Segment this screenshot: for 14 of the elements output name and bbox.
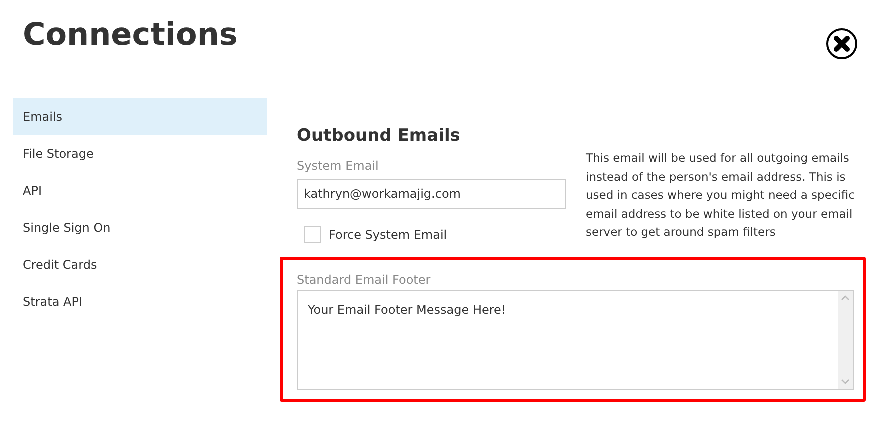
close-icon[interactable] bbox=[826, 28, 858, 60]
field-label: System Email bbox=[297, 158, 380, 174]
footer-textarea[interactable]: Your Email Footer Message Here! bbox=[297, 290, 854, 390]
sidebar-item[interactable]: Emails bbox=[13, 98, 267, 135]
page-title: Connections bbox=[23, 20, 238, 51]
checkbox[interactable] bbox=[304, 226, 321, 243]
scroll-up-icon[interactable] bbox=[841, 295, 850, 301]
scroll-down-icon[interactable] bbox=[841, 379, 850, 385]
checkbox-label: Force System Email bbox=[329, 226, 448, 242]
section-heading: Outbound Emails bbox=[297, 125, 462, 148]
system-email-field[interactable]: kathryn@workamajig.com bbox=[297, 179, 566, 209]
field-label: Standard Email Footer bbox=[297, 272, 432, 288]
description-text: This email will be used for all outgoing emails instead of the person's email address. This is used in cases where you might need a specific email address to be white listed on your email server to get around spam filters bbox=[586, 150, 856, 241]
scrollbar[interactable] bbox=[838, 291, 853, 389]
